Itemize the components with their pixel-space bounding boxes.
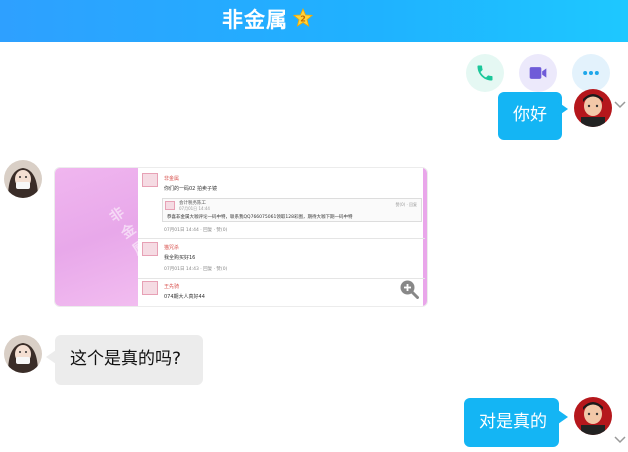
message-bubble-self[interactable]: 对是真的 xyxy=(464,398,559,447)
message-text: 对是真的 xyxy=(479,412,547,432)
vip-star-badge-icon: 2 xyxy=(292,7,314,28)
bubble-tail xyxy=(558,410,568,424)
message-text: 这个是真的吗? xyxy=(70,349,182,369)
post-avatar xyxy=(142,242,158,256)
image-forum-content: 非金属 你们的一码02 拍卖子镜 会计税务陈工 07月01日 14:44 赞(0… xyxy=(138,168,425,306)
more-dots-icon xyxy=(583,71,599,75)
avatar-other[interactable] xyxy=(4,160,42,198)
message-bubble-self[interactable]: 你好 xyxy=(498,92,562,140)
message-text: 你好 xyxy=(513,105,547,125)
phone-icon xyxy=(477,65,493,81)
post-text: 074期大人真好44 xyxy=(164,294,205,300)
collapse-chevron-icon[interactable] xyxy=(613,435,627,445)
post-meta: 07月01日 14:44 · 回复 · 赞(0) xyxy=(164,228,228,233)
post-meta: 07月01日 14:43 · 回复 · 赞(0) xyxy=(164,267,228,272)
bubble-tail xyxy=(558,102,568,116)
call-button[interactable] xyxy=(466,54,504,92)
collapse-chevron-icon[interactable] xyxy=(613,100,627,110)
avatar-other[interactable] xyxy=(4,335,42,373)
vip-level-text: 2 xyxy=(300,15,306,24)
more-options-button[interactable] xyxy=(572,54,610,92)
message-bubble-other[interactable]: 这个是真的吗? xyxy=(55,335,203,385)
post-author: 猫咒杀 xyxy=(164,245,180,251)
post-author: 王先骑 xyxy=(164,284,180,290)
image-side-banner: 非金属 xyxy=(55,168,151,306)
forum-post: 王先骑 074期大人真好44 xyxy=(142,281,422,306)
zoom-in-icon[interactable] xyxy=(399,279,419,299)
post-text: 你们的一码02 拍卖子镜 xyxy=(164,186,217,192)
post-author: 非金属 xyxy=(164,176,180,182)
video-call-button[interactable] xyxy=(519,54,557,92)
avatar-self[interactable] xyxy=(574,397,612,435)
chat-screen: 非金属 2 你好 非金属 非金属 你们的一码02 拍卖子镜 会计税务陈工 07月… xyxy=(0,0,628,452)
video-camera-icon xyxy=(529,67,547,79)
chat-header: 非金属 2 xyxy=(0,0,628,42)
quote-time: 07月01日 14:44 xyxy=(179,206,210,211)
chat-title: 非金属 xyxy=(222,8,288,32)
image-message[interactable]: 非金属 非金属 你们的一码02 拍卖子镜 会计税务陈工 07月01日 14:44… xyxy=(54,167,428,307)
quote-text: 恭喜非金属大咖评论一码中特，联系我QQ766075061领取128彩图，期待大咖… xyxy=(167,215,353,220)
post-divider xyxy=(138,278,425,279)
post-divider xyxy=(138,238,425,239)
quote-avatar xyxy=(165,201,175,210)
forum-post: 非金属 你们的一码02 拍卖子镜 会计税务陈工 07月01日 14:44 赞(0… xyxy=(142,173,422,235)
avatar-self[interactable] xyxy=(574,89,612,127)
post-avatar xyxy=(142,173,158,187)
quote-meta: 赞(0) · 回复 xyxy=(395,202,417,207)
post-avatar xyxy=(142,281,158,295)
forum-post: 猫咒杀 我全购买好16 07月01日 14:43 · 回复 · 赞(0) xyxy=(142,242,422,276)
post-text: 我全购买好16 xyxy=(164,255,196,261)
post-quote: 会计税务陈工 07月01日 14:44 赞(0) · 回复 恭喜非金属大咖评论一… xyxy=(162,198,422,222)
